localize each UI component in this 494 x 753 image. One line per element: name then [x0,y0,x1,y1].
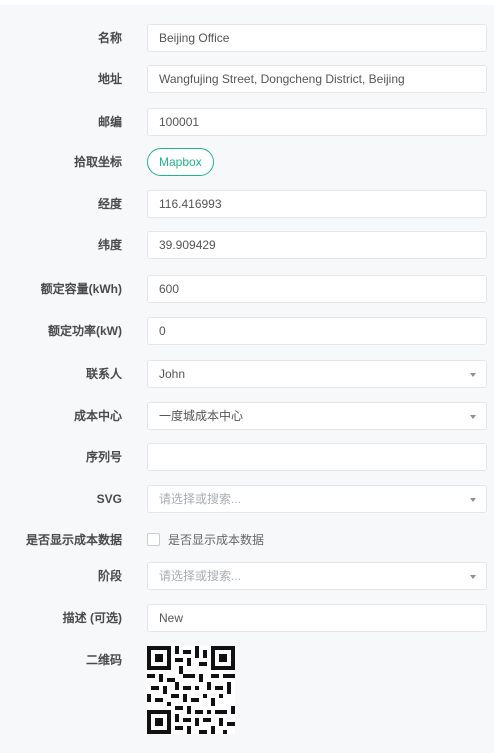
contact-label: 联系人 [85,367,122,381]
chevron-down-icon [470,373,476,377]
description-label: 描述 (可选) [62,611,122,625]
stage-placeholder: 请选择或搜索... [159,569,242,583]
svg-select[interactable]: 请选择或搜索... [147,485,487,513]
description-input[interactable]: New [147,604,487,632]
longitude-value: 116.416993 [159,197,222,211]
rated-capacity-label: 额定容量(kWh) [40,282,122,296]
postcode-label: 邮编 [97,115,122,129]
postcode-input[interactable]: 100001 [147,108,487,136]
serial-input[interactable] [147,443,487,471]
stage-label: 阶段 [97,569,122,583]
mapbox-button[interactable]: Mapbox [147,148,214,176]
rated-power-value: 0 [159,324,166,338]
latitude-label: 纬度 [97,238,122,252]
svg-placeholder: 请选择或搜索... [159,492,242,506]
show-cost-checkbox-label[interactable]: 是否显示成本数据 [168,526,264,554]
pick-coords-label: 拾取坐标 [73,155,122,169]
show-cost-label: 是否显示成本数据 [25,533,122,547]
postcode-value: 100001 [159,115,200,129]
contact-select[interactable]: John [147,360,487,388]
chevron-down-icon [470,575,476,579]
chevron-down-icon [470,498,476,502]
contact-value: John [159,367,186,381]
cost-center-select[interactable]: 一度城成本中心 [147,402,487,430]
show-cost-checkbox[interactable] [147,533,160,546]
name-input[interactable]: Beijing Office [147,24,487,52]
cost-center-value: 一度城成本中心 [159,409,244,423]
stage-select[interactable]: 请选择或搜索... [147,562,487,590]
cost-center-label: 成本中心 [73,409,122,423]
rated-power-input[interactable]: 0 [147,317,487,345]
latitude-value: 39.909429 [159,238,216,252]
svg-label: SVG [96,492,122,506]
qr-code-icon [147,646,235,734]
qrcode-label: 二维码 [85,653,122,667]
description-value: New [159,611,184,625]
rated-power-label: 额定功率(kW) [48,324,122,338]
name-label: 名称 [97,31,122,45]
latitude-input[interactable]: 39.909429 [147,231,487,259]
name-value: Beijing Office [159,31,230,45]
address-label: 地址 [97,72,122,86]
address-input[interactable]: Wangfujing Street, Dongcheng District, B… [147,65,487,93]
longitude-input[interactable]: 116.416993 [147,190,487,218]
form-panel: 名称 Beijing Office 地址 Wangfujing Street, … [0,0,494,753]
rated-capacity-value: 600 [159,282,180,296]
longitude-label: 经度 [97,197,122,211]
rated-capacity-input[interactable]: 600 [147,275,487,303]
panel-top-edge [0,0,494,5]
chevron-down-icon [470,415,476,419]
address-value: Wangfujing Street, Dongcheng District, B… [159,72,405,86]
serial-label: 序列号 [85,450,122,464]
